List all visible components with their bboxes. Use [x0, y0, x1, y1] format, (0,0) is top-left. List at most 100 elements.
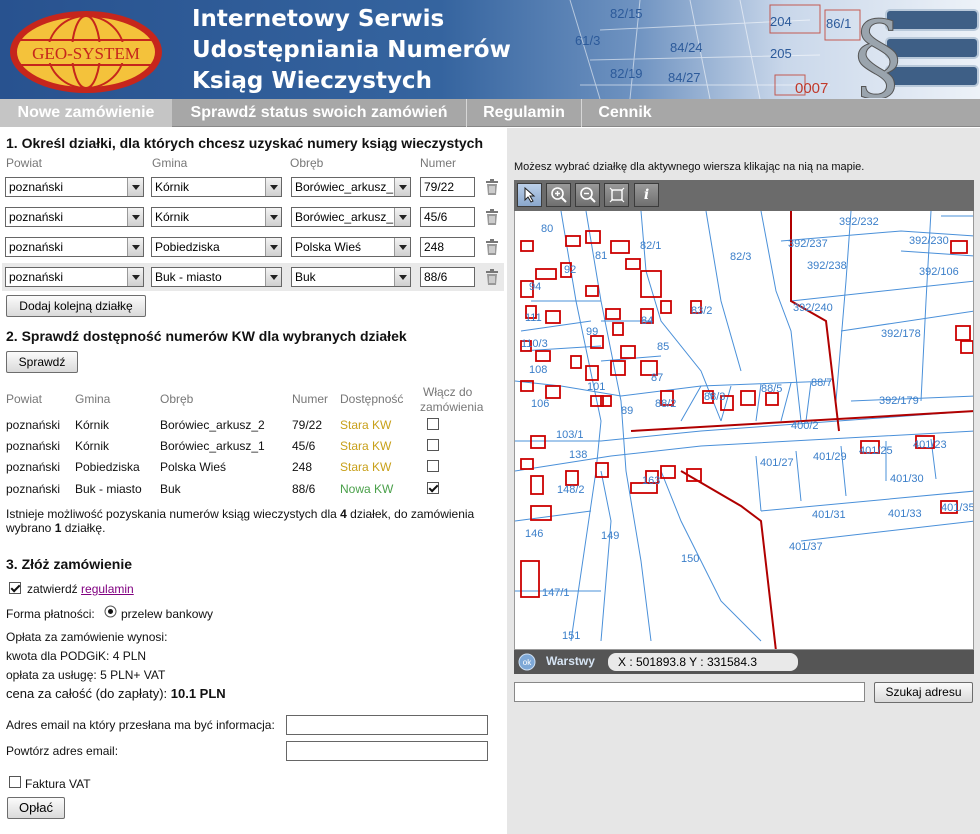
- parcel-label: 99: [586, 326, 598, 338]
- parcel-label: 401/37: [789, 541, 823, 553]
- gmina-select[interactable]: Kórnik: [151, 207, 282, 227]
- ok-icon[interactable]: ok: [518, 653, 536, 671]
- parcel-label: 89: [621, 405, 633, 417]
- add-parcel-button[interactable]: Dodaj kolejną działkę: [6, 295, 146, 317]
- invoice-checkbox[interactable]: [9, 776, 21, 788]
- trash-icon[interactable]: [485, 269, 499, 285]
- pay-button[interactable]: Opłać: [7, 797, 65, 819]
- tab-pricing[interactable]: Cennik: [582, 99, 668, 127]
- svg-text:§: §: [854, 2, 902, 98]
- numer-input[interactable]: 248: [420, 237, 475, 257]
- parcel-label: 392/238: [807, 260, 847, 272]
- parcel-label: 110/3: [521, 338, 548, 350]
- zoom-extent-icon[interactable]: [604, 183, 629, 207]
- powiat-select[interactable]: poznański: [5, 237, 144, 257]
- powiat-select[interactable]: poznański: [5, 267, 144, 287]
- gmina-select[interactable]: Pobiedziska: [151, 237, 282, 257]
- chevron-down-icon: [127, 178, 143, 196]
- parcel-label: 88/3: [704, 391, 725, 403]
- check-availability-button[interactable]: Sprawdź: [6, 351, 78, 373]
- status-badge: Nowa KW: [340, 482, 394, 496]
- total-price: cena za całość (do zapłaty): 10.1 PLN: [6, 686, 226, 701]
- tab-new-order[interactable]: Nowe zamówienie: [0, 99, 172, 127]
- trash-icon[interactable]: [485, 179, 499, 195]
- cell-gmina: Buk - miasto: [75, 482, 142, 496]
- obreb-select[interactable]: Borówiec_arkusz_: [291, 177, 411, 197]
- availability-info: Istnieje możliwość pozyskania numerów ks…: [6, 507, 475, 521]
- chevron-down-icon: [265, 178, 281, 196]
- parcel-label: 82/1: [640, 240, 661, 252]
- chevron-down-icon: [265, 238, 281, 256]
- chevron-down-icon: [127, 208, 143, 226]
- gmina-select[interactable]: Kórnik: [151, 177, 282, 197]
- payment-label: Forma płatności:: [6, 607, 95, 621]
- obreb-select[interactable]: Buk: [291, 267, 411, 287]
- parcel-label: 392/230: [909, 235, 949, 247]
- regulations-link[interactable]: regulamin: [81, 582, 134, 596]
- cell-gmina: Kórnik: [75, 439, 110, 453]
- powiat-select[interactable]: poznański: [5, 177, 144, 197]
- parcel-label: 401/35: [941, 502, 974, 514]
- svg-text:ok: ok: [523, 658, 532, 667]
- fee-service: opłata za usługę: 5 PLN+ VAT: [6, 668, 166, 682]
- parcel-label: 392/237: [788, 238, 828, 250]
- bg-label: 82/19: [610, 66, 643, 81]
- parcel-label: 401/33: [888, 508, 922, 520]
- col-label-powiat: Powiat: [6, 156, 43, 170]
- trash-icon[interactable]: [485, 239, 499, 255]
- numer-input[interactable]: 45/6: [420, 207, 475, 227]
- parcel-label: 401/29: [813, 451, 847, 463]
- email-label: Adres email na który przesłana ma być in…: [6, 718, 275, 732]
- include-checkbox[interactable]: [427, 482, 439, 494]
- email-field[interactable]: [286, 715, 488, 735]
- payment-option-label: przelew bankowy: [121, 607, 214, 621]
- include-checkbox[interactable]: [427, 460, 439, 472]
- tab-regulations[interactable]: Regulamin: [467, 99, 581, 127]
- parcel-label: 81: [595, 250, 607, 262]
- powiat-select[interactable]: poznański: [5, 207, 144, 227]
- zoom-in-icon[interactable]: [546, 183, 571, 207]
- col-label-gmina: Gmina: [152, 156, 188, 170]
- tab-order-status[interactable]: Sprawdź status swoich zamówień: [172, 99, 466, 127]
- bg-label: 205: [770, 46, 792, 61]
- email-repeat-field[interactable]: [286, 741, 488, 761]
- accept-terms-checkbox[interactable]: [9, 582, 21, 594]
- cell-powiat: poznański: [6, 460, 61, 474]
- bg-label: 0007: [795, 80, 828, 97]
- th-dostepnosc: Dostępność: [340, 392, 404, 406]
- parcel-label: 92: [564, 264, 576, 276]
- parcel-label: 401/27: [760, 457, 794, 469]
- parcel-label: 392/178: [881, 328, 921, 340]
- cell-gmina: Pobiedziska: [75, 460, 140, 474]
- logo-text: GEO-SYSTEM: [32, 44, 140, 63]
- parcel-label: 392/106: [919, 266, 959, 278]
- search-address-button[interactable]: Szukaj adresu: [874, 682, 973, 703]
- layers-button[interactable]: Warstwy: [546, 654, 595, 668]
- accept-terms-label: zatwierdź regulamin: [27, 582, 134, 596]
- chevron-down-icon: [394, 208, 410, 226]
- cell-powiat: poznański: [6, 418, 61, 432]
- obreb-select[interactable]: Polska Wieś: [291, 237, 411, 257]
- include-checkbox[interactable]: [427, 418, 439, 430]
- parcel-label: 88/5: [761, 383, 782, 395]
- include-checkbox[interactable]: [427, 439, 439, 451]
- parcel-label: 148/2: [557, 484, 585, 496]
- chevron-down-icon: [394, 238, 410, 256]
- fee-podgik: kwota dla PODGiK: 4 PLN: [6, 649, 147, 663]
- header-banner: 82/15 204 86/1 61/3 84/24 205 82/19 84/2…: [0, 0, 980, 99]
- parcel-label: 392/179: [879, 395, 919, 407]
- gmina-select[interactable]: Buk - miasto: [151, 267, 282, 287]
- obreb-select[interactable]: Borówiec_arkusz_: [291, 207, 411, 227]
- trash-icon[interactable]: [485, 209, 499, 225]
- numer-input[interactable]: 88/6: [420, 267, 475, 287]
- numer-input[interactable]: 79/22: [420, 177, 475, 197]
- map-canvas[interactable]: 80 392/232 392/230 81 82/1 82/3 392/237 …: [514, 180, 974, 650]
- pointer-icon[interactable]: [517, 183, 542, 207]
- title-line: Ksiąg Wieczystych: [192, 68, 432, 94]
- payment-radio[interactable]: [104, 605, 117, 618]
- info-icon[interactable]: i: [634, 183, 659, 207]
- address-search-input[interactable]: [514, 682, 865, 702]
- th-include: Włącz do: [423, 385, 473, 399]
- zoom-out-icon[interactable]: [575, 183, 600, 207]
- parcel-label: 401/31: [812, 509, 846, 521]
